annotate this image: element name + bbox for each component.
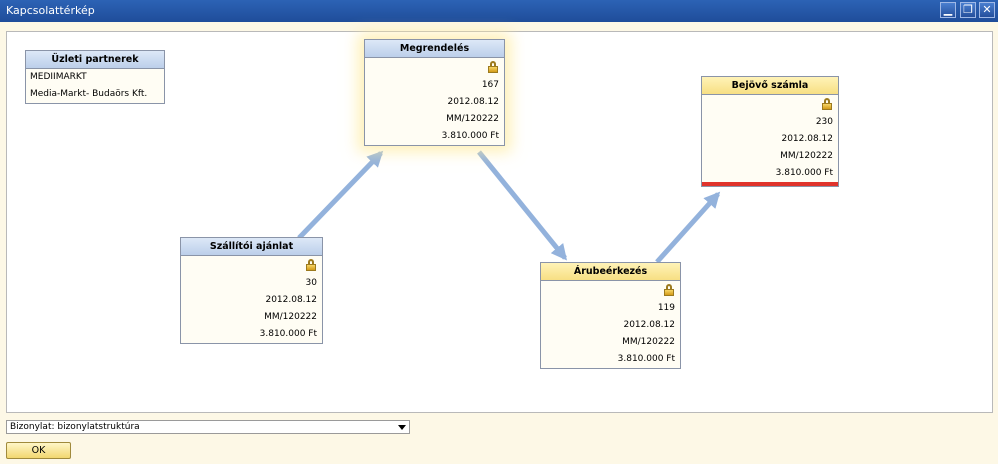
document-structure-dropdown[interactable]: Bizonylat: bizonylatstruktúra bbox=[6, 420, 410, 434]
doc-date: 2012.08.12 bbox=[265, 295, 317, 305]
doc-reference: MM/120222 bbox=[446, 114, 499, 124]
node-business-partner[interactable]: Üzleti partnerek MEDIIMARKT Media-Markt-… bbox=[25, 50, 165, 104]
doc-amount: 3.810.000 Ft bbox=[617, 354, 675, 364]
chevron-down-icon[interactable] bbox=[398, 425, 406, 430]
node-header: Megrendelés bbox=[365, 40, 504, 58]
doc-reference: MM/120222 bbox=[264, 312, 317, 322]
dropdown-value: Bizonylat: bizonylatstruktúra bbox=[10, 422, 140, 432]
node-header: Üzleti partnerek bbox=[26, 51, 164, 69]
lock-icon bbox=[487, 61, 499, 73]
doc-number: 230 bbox=[815, 117, 833, 127]
node-header: Árubeérkezés bbox=[541, 263, 680, 281]
node-bejovo-szamla[interactable]: Bejövő számla 230 2012.08.12 MM/120222 3… bbox=[701, 76, 839, 187]
doc-number: 119 bbox=[657, 303, 675, 313]
node-szallitoi-ajanlat[interactable]: Szállítói ajánlat 30 2012.08.12 MM/12022… bbox=[180, 237, 323, 344]
doc-date: 2012.08.12 bbox=[623, 320, 675, 330]
doc-number: 167 bbox=[481, 80, 499, 90]
lock-icon bbox=[663, 284, 675, 296]
doc-date: 2012.08.12 bbox=[447, 97, 499, 107]
doc-reference: MM/120222 bbox=[622, 337, 675, 347]
doc-number: 30 bbox=[305, 278, 317, 288]
status-bar bbox=[702, 182, 838, 186]
restore-icon[interactable]: ❐ bbox=[960, 2, 976, 18]
window-title: Kapcsolattérkép bbox=[6, 4, 95, 17]
doc-amount: 3.810.000 Ft bbox=[441, 131, 499, 141]
minimize-icon[interactable]: ▁ bbox=[940, 2, 956, 18]
partner-code: MEDIIMARKT bbox=[30, 72, 87, 82]
doc-amount: 3.810.000 Ft bbox=[259, 329, 317, 339]
ok-button[interactable]: OK bbox=[6, 442, 71, 459]
node-header: Bejövő számla bbox=[702, 77, 838, 95]
title-bar: Kapcsolattérkép ▁ ❐ ✕ bbox=[0, 0, 998, 22]
arrow-ajanlat-to-megrendeles bbox=[297, 150, 384, 240]
doc-amount: 3.810.000 Ft bbox=[775, 168, 833, 178]
lock-open-icon bbox=[821, 98, 833, 110]
partner-name: Media-Markt- Budaörs Kft. bbox=[30, 89, 148, 99]
node-arubeerkezes[interactable]: Árubeérkezés 119 2012.08.12 MM/120222 3.… bbox=[540, 262, 681, 369]
node-megrendeles[interactable]: Megrendelés 167 2012.08.12 MM/120222 3.8… bbox=[364, 39, 505, 146]
node-header: Szállítói ajánlat bbox=[181, 238, 322, 256]
close-icon[interactable]: ✕ bbox=[979, 2, 995, 18]
doc-date: 2012.08.12 bbox=[781, 134, 833, 144]
arrow-arubeerkezes-to-szamla bbox=[655, 191, 721, 264]
arrow-megrendeles-to-arubeerkezes bbox=[477, 150, 568, 261]
relationship-map-canvas: Üzleti partnerek MEDIIMARKT Media-Markt-… bbox=[6, 31, 993, 413]
lock-icon bbox=[305, 259, 317, 271]
doc-reference: MM/120222 bbox=[780, 151, 833, 161]
